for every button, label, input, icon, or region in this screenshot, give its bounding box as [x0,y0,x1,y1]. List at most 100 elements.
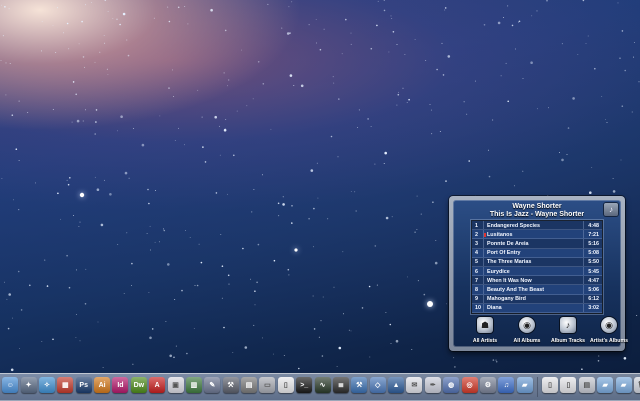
folder-icon[interactable]: ▰ [597,377,614,393]
star [358,109,360,111]
star [17,270,20,273]
star [8,293,11,296]
track-row[interactable]: 9 Mahogany Bird 6:12 [472,294,602,304]
finder-icon[interactable]: ☺ [2,377,19,393]
star [75,93,77,96]
flowchart-icon[interactable]: ◇ [369,377,386,393]
archive-icon[interactable]: ▤ [578,377,595,393]
star [530,61,533,64]
star [252,98,254,100]
track-row[interactable]: 6 Eurydice 5:45 [472,266,602,277]
star [492,119,494,121]
target-icon[interactable]: ◎ [461,377,478,393]
tools-icon[interactable]: ⚒ [222,377,239,393]
star [2,35,4,37]
illustrator-icon[interactable]: Ai [94,377,111,393]
star [79,340,81,342]
star [434,261,438,265]
star [220,234,222,235]
star [288,6,290,8]
console-icon[interactable]: ≣ [332,377,349,393]
terminal-icon[interactable]: >_ [296,377,313,393]
star [389,323,392,326]
pencil-app-icon[interactable]: ✎ [204,377,221,393]
star [374,163,376,165]
calendar-icon[interactable]: ▦ [57,377,74,393]
acrobat-icon[interactable]: A [149,377,166,393]
track-title: Endangered Species [487,222,541,229]
track-row[interactable]: 8 Beauty And The Beast 5:06 [472,285,602,295]
star [204,161,207,163]
trash-icon[interactable]: 🗑 [633,377,640,393]
paper-icon[interactable]: ✉ [406,377,423,393]
track-row[interactable]: 7 When It Was Now 4:47 [472,276,602,286]
star [149,336,152,340]
star [315,18,317,20]
feather-icon[interactable]: ✒ [424,377,441,393]
star [507,5,509,7]
column-divider [483,276,484,285]
star [75,269,77,271]
track-list[interactable]: 1 Endangered Species 4:48 2 Lusitanos 7:21 3 Po… [472,221,602,313]
itunes-icon[interactable]: ♫ [498,377,515,393]
star [287,268,290,271]
activity-monitor-icon[interactable]: ∿ [314,377,331,393]
star [41,21,43,23]
star [497,21,501,25]
star [4,6,6,8]
star [154,241,156,243]
launchpad-icon[interactable]: ✦ [20,377,37,393]
track-row[interactable]: 1 Endangered Species 4:48 [472,221,602,231]
widget-info-icon[interactable]: ♪ [604,203,618,216]
star [636,315,638,317]
track-row[interactable]: 4 Port Of Entry 5:08 [472,248,602,258]
track-title: Mahogany Bird [487,296,526,303]
star [256,281,258,284]
star [617,2,619,4]
dreamweaver-icon[interactable]: Dw [130,377,147,393]
star [167,263,170,266]
track-row[interactable]: 10 Diana 3:02 [472,303,602,313]
star [133,127,135,129]
star [253,188,255,190]
file-icon[interactable]: ▯ [542,377,559,393]
file-icon[interactable]: ▯ [560,377,577,393]
system-prefs-icon[interactable]: ⚙ [479,377,496,393]
folder-icon[interactable]: ▰ [516,377,533,393]
star [163,229,166,232]
star [72,81,75,83]
track-row[interactable]: 3 Ponnte De Areia 5:16 [472,239,602,249]
star [107,73,109,75]
safari-icon[interactable]: ✧ [38,377,55,393]
star [429,104,431,105]
track-row[interactable]: 5 The Three Marias 5:50 [472,257,602,267]
chart-app-icon[interactable]: ▥ [185,377,202,393]
track-number: 5 [475,259,478,266]
hard-drive-icon[interactable]: ▭ [259,377,276,393]
star [159,115,161,117]
indesign-icon[interactable]: Id [112,377,129,393]
photoshop-icon[interactable]: Ps [75,377,92,393]
image-app-icon[interactable]: ▲ [388,377,405,393]
star [518,21,520,23]
star [78,226,80,228]
grid-app-icon[interactable]: ▤ [241,377,258,393]
star [8,8,10,10]
track-row[interactable]: 2 Lusitanos 7:21 [472,230,602,240]
star [254,290,256,293]
document-icon[interactable]: ▯ [277,377,294,393]
star [444,9,446,11]
star [158,241,160,243]
nav-button-4[interactable]: ◉ Artist's Albums [587,316,631,344]
star [511,24,514,27]
star [165,320,167,322]
star [414,38,416,40]
xcode-icon[interactable]: ⚒ [351,377,368,393]
preview-icon[interactable]: ▣ [167,377,184,393]
star [141,143,145,147]
globe-icon[interactable]: ◍ [443,377,460,393]
folder-icon[interactable]: ▰ [615,377,632,393]
column-divider [483,239,484,248]
music-widget[interactable]: Wayne Shorter This Is Jazz - Wayne Short… [449,196,628,351]
star [251,211,253,213]
